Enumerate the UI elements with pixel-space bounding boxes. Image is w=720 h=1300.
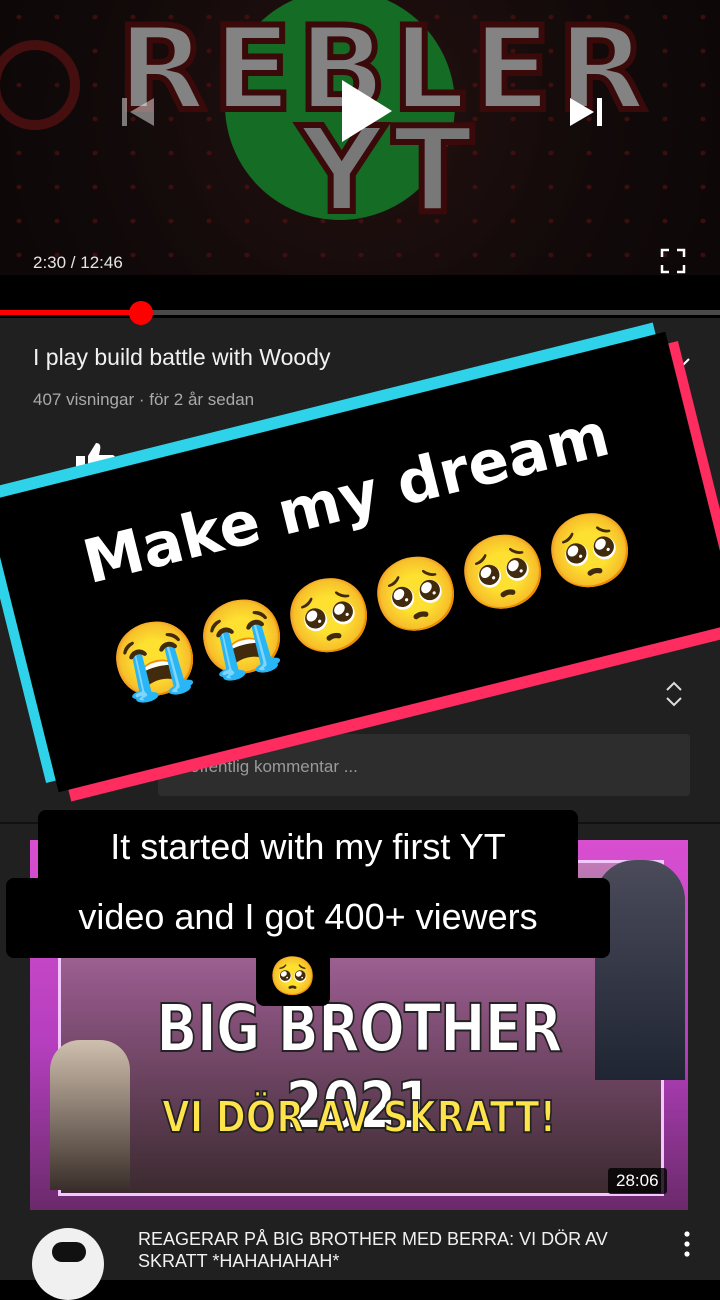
time-display: 2:30 / 12:46 bbox=[33, 253, 123, 272]
video-player[interactable]: REBLER YT 2:30 / 12:46 bbox=[0, 0, 720, 275]
caption-emoji: 🥺 bbox=[269, 956, 317, 998]
avatar-mark bbox=[52, 1242, 86, 1262]
video-title[interactable]: I play build battle with Woody bbox=[33, 344, 330, 371]
channel-avatar[interactable] bbox=[32, 1228, 104, 1300]
video-meta: 407 visningar · för 2 år sedan bbox=[33, 390, 255, 409]
next-video-title[interactable]: REAGERAR PÅ BIG BROTHER MED BERRA: VI DÖ… bbox=[138, 1228, 638, 1272]
fullscreen-icon[interactable] bbox=[660, 248, 686, 274]
progress-bar[interactable] bbox=[0, 301, 720, 325]
caption-line-2: video and I got 400+ viewers bbox=[78, 896, 538, 937]
thumbnail-subline: VI DÖR AV SKRATT! bbox=[161, 1091, 557, 1144]
duration-badge: 28:06 bbox=[608, 1168, 667, 1194]
skip-next-icon[interactable] bbox=[566, 92, 606, 132]
more-vert-icon[interactable] bbox=[682, 1230, 692, 1258]
skip-previous-icon[interactable] bbox=[118, 92, 158, 132]
play-icon[interactable] bbox=[338, 78, 394, 144]
progress-fill bbox=[0, 310, 142, 315]
progress-scrubber[interactable] bbox=[129, 301, 154, 325]
unfold-icon[interactable] bbox=[663, 678, 685, 710]
caption-line-1: It started with my first YT bbox=[110, 826, 506, 867]
